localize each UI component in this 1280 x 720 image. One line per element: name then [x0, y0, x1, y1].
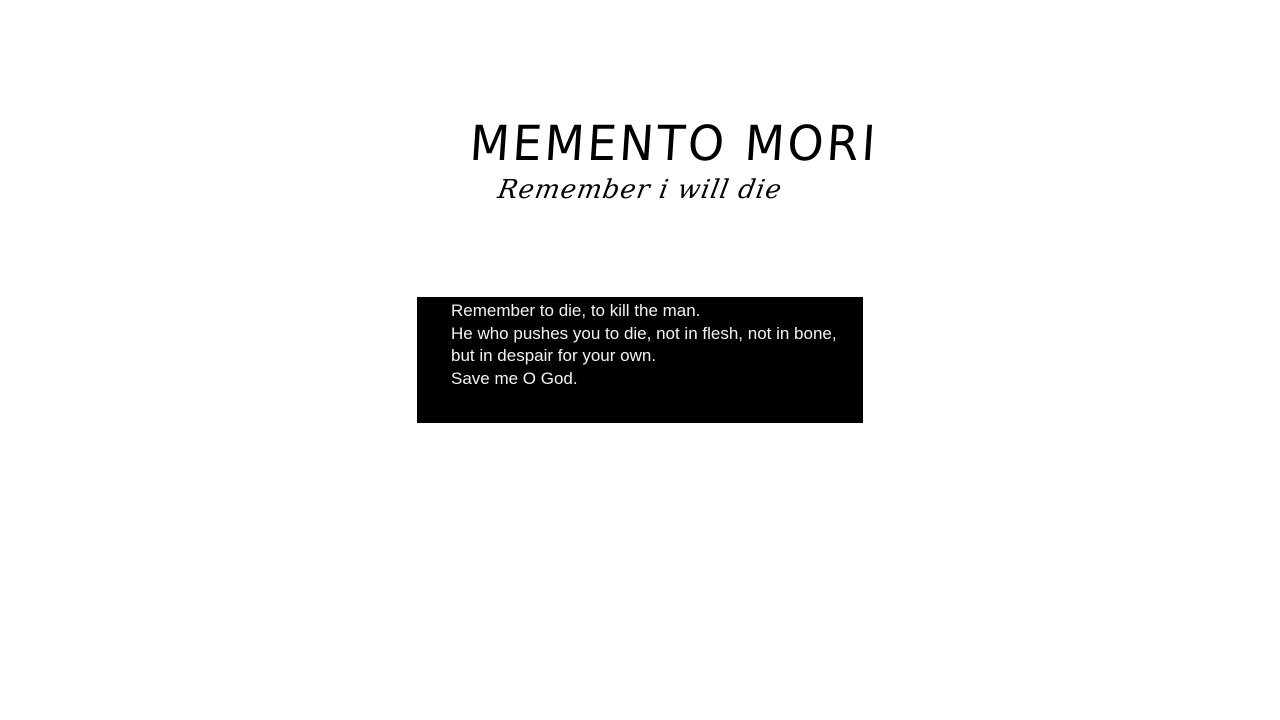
verse-text-box: Remember to die, to kill the man. He who…	[417, 297, 863, 423]
verse-line: Remember to die, to kill the man.	[451, 301, 701, 320]
verse-line: but in despair for your own.	[451, 346, 657, 365]
verse-text: Remember to die, to kill the man. He who…	[451, 300, 851, 390]
memento-mori-logo: MEMENTO MORI Remember i will die	[468, 112, 881, 222]
verse-line: He who pushes you to die, not in flesh, …	[451, 323, 837, 343]
verse-line: Save me O God.	[451, 368, 578, 388]
page: MEMENTO MORI Remember i will die Remembe…	[0, 0, 1280, 720]
logo-subtitle: Remember i will die	[495, 175, 785, 205]
logo-title: MEMENTO MORI	[468, 114, 881, 172]
